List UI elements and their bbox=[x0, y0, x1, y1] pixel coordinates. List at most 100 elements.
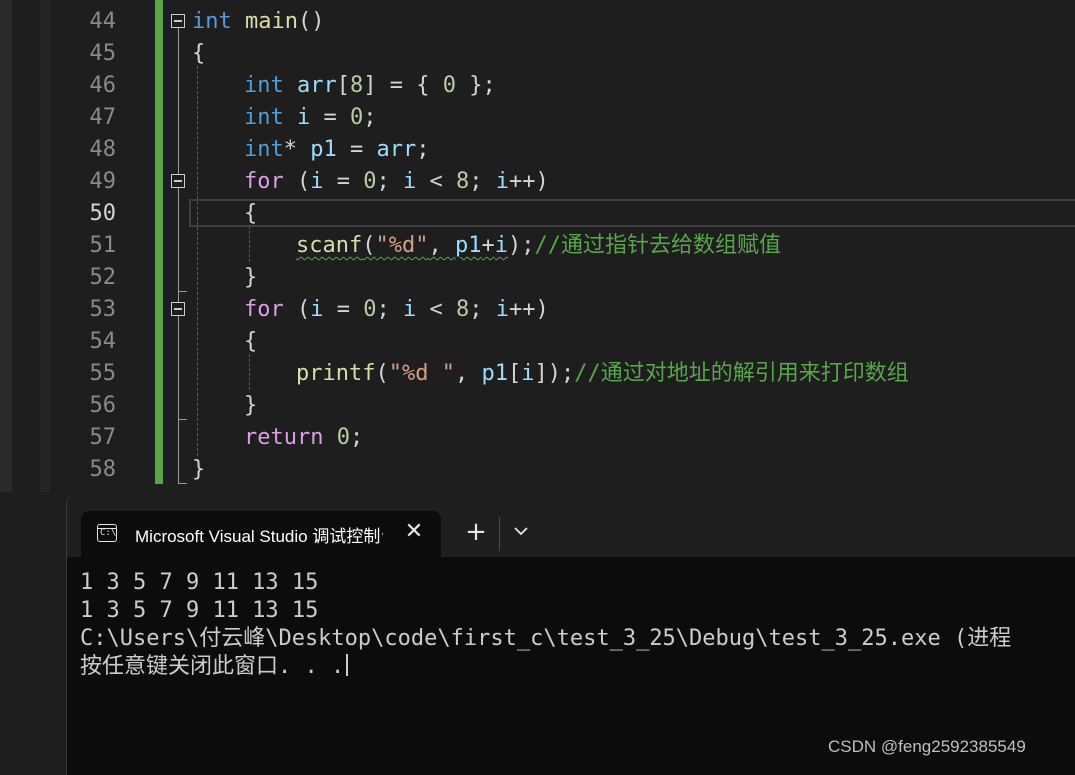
code-editor[interactable]: 44 45 46 47 48 49 50 51 52 53 54 55 56 5… bbox=[0, 0, 1075, 492]
code-token: arr bbox=[376, 137, 417, 162]
code-line-53[interactable]: for (i = 0; i < 8; i++) bbox=[244, 294, 549, 326]
code-line-51[interactable]: scanf("%d", p1+i);//通过指针去给数组赋值 bbox=[296, 230, 781, 262]
line-number: 48 bbox=[89, 137, 117, 162]
console-prompt-line: 按任意键关闭此窗口. . . bbox=[80, 653, 349, 681]
text-cursor bbox=[346, 654, 349, 676]
code-token: ] = { bbox=[363, 73, 443, 98]
terminal-icon: C:\ bbox=[97, 524, 117, 542]
code-token: * bbox=[283, 137, 311, 162]
code-token: < bbox=[416, 169, 456, 194]
code-line-46[interactable]: int arr[8] = { 0 }; bbox=[244, 70, 496, 102]
tab-strip: C:\ Microsoft Visual Studio 调试控制台 ✕ + bbox=[67, 495, 1075, 557]
code-token: { bbox=[192, 41, 206, 66]
code-token: for bbox=[244, 297, 284, 322]
tab-debug-console[interactable]: C:\ Microsoft Visual Studio 调试控制台 ✕ bbox=[81, 511, 441, 557]
code-token: ++) bbox=[509, 169, 549, 194]
outline-end bbox=[178, 419, 187, 420]
code-token: 0 bbox=[363, 297, 377, 322]
code-token: { bbox=[244, 201, 258, 226]
tab-title: Microsoft Visual Studio 调试控制台 bbox=[135, 527, 383, 544]
code-token: int bbox=[192, 9, 232, 34]
indent-guide bbox=[249, 354, 250, 390]
code-token: [ bbox=[507, 361, 522, 386]
code-token: ( bbox=[362, 233, 376, 258]
code-token: 8 bbox=[350, 73, 364, 98]
tab-separator bbox=[499, 517, 500, 551]
code-line-54[interactable]: { bbox=[244, 326, 257, 358]
editor-left-border bbox=[0, 0, 12, 492]
line-number: 51 bbox=[89, 233, 117, 258]
code-token: int bbox=[244, 137, 284, 162]
code-token: } bbox=[244, 393, 258, 418]
code-line-52[interactable]: } bbox=[244, 262, 257, 294]
code-token: ; bbox=[363, 105, 377, 130]
code-line-58[interactable]: } bbox=[192, 454, 205, 486]
console-output-line: 1 3 5 7 9 11 13 15 bbox=[80, 570, 319, 595]
editor-margin bbox=[40, 0, 50, 492]
code-comment: //通过指针去给数组赋值 bbox=[534, 233, 781, 258]
collapse-icon[interactable] bbox=[171, 14, 185, 28]
line-number: 46 bbox=[89, 73, 117, 98]
code-token: i bbox=[403, 297, 417, 322]
code-token: ( bbox=[283, 169, 311, 194]
code-token: ); bbox=[507, 233, 535, 258]
line-number: 52 bbox=[89, 265, 117, 290]
code-line-55[interactable]: printf("%d ", p1[i]);//通过对地址的解引用来打印数组 bbox=[296, 358, 909, 390]
code-token: () bbox=[297, 9, 325, 34]
line-number: 55 bbox=[89, 361, 117, 386]
code-token: 0 bbox=[363, 169, 377, 194]
console-output-line: 1 3 5 7 9 11 13 15 bbox=[80, 598, 319, 623]
debug-console-window[interactable]: C:\ Microsoft Visual Studio 调试控制台 ✕ + 1 … bbox=[66, 495, 1075, 775]
code-token: } bbox=[244, 265, 258, 290]
code-token: int bbox=[244, 73, 284, 98]
code-token: ++) bbox=[509, 297, 549, 322]
code-line-50[interactable]: { bbox=[244, 198, 257, 230]
line-number: 47 bbox=[89, 105, 117, 130]
code-token: arr bbox=[297, 73, 337, 98]
code-token: "%d" bbox=[375, 233, 429, 258]
code-token: , bbox=[428, 233, 455, 258]
code-token: 0 bbox=[442, 73, 456, 98]
code-token: i bbox=[310, 169, 324, 194]
current-line-highlight bbox=[189, 199, 1075, 227]
line-number: 44 bbox=[89, 9, 117, 34]
code-token: i bbox=[403, 169, 417, 194]
indent-guide bbox=[197, 66, 198, 456]
console-output-line: C:\Users\付云峰\Desktop\code\first_c\test_3… bbox=[80, 626, 1012, 651]
code-token: p1 bbox=[310, 137, 337, 162]
code-token: return bbox=[244, 425, 324, 450]
console-prompt-text: 按任意键关闭此窗口. . . bbox=[80, 654, 345, 679]
code-line-57[interactable]: return 0; bbox=[244, 422, 363, 454]
code-token: 8 bbox=[456, 297, 470, 322]
collapse-icon[interactable] bbox=[171, 302, 185, 316]
change-tracking-bar bbox=[155, 0, 163, 484]
new-tab-button[interactable]: + bbox=[461, 517, 491, 547]
code-token: ; bbox=[376, 169, 403, 194]
line-number: 53 bbox=[89, 297, 117, 322]
code-comment: //通过对地址的解引用来打印数组 bbox=[574, 361, 909, 386]
code-line-47[interactable]: int i = 0; bbox=[244, 102, 377, 134]
code-line-56[interactable]: } bbox=[244, 390, 257, 422]
code-token: [ bbox=[336, 73, 350, 98]
code-line-48[interactable]: int* p1 = arr; bbox=[244, 134, 430, 166]
outline-line bbox=[178, 28, 179, 483]
code-token: ; bbox=[469, 169, 496, 194]
code-token: ; bbox=[349, 425, 364, 450]
line-number: 56 bbox=[89, 393, 117, 418]
code-token: 0 bbox=[350, 105, 364, 130]
code-token: i bbox=[495, 297, 509, 322]
code-token: 0 bbox=[336, 425, 350, 450]
code-token: + bbox=[481, 233, 495, 258]
code-line-44[interactable]: int main() bbox=[192, 6, 324, 38]
code-line-45[interactable]: { bbox=[192, 38, 205, 70]
line-number: 49 bbox=[89, 169, 117, 194]
code-token: ; bbox=[376, 297, 403, 322]
code-token: i bbox=[521, 361, 535, 386]
line-number-current: 50 bbox=[89, 201, 117, 226]
code-line-49[interactable]: for (i = 0; i < 8; i++) bbox=[244, 166, 549, 198]
close-icon[interactable]: ✕ bbox=[401, 519, 427, 545]
collapse-icon[interactable] bbox=[171, 174, 185, 188]
indent-guide bbox=[249, 226, 250, 262]
warning-squiggle[interactable]: scanf("%d", p1+i bbox=[296, 233, 508, 258]
chevron-down-icon[interactable] bbox=[509, 519, 533, 543]
